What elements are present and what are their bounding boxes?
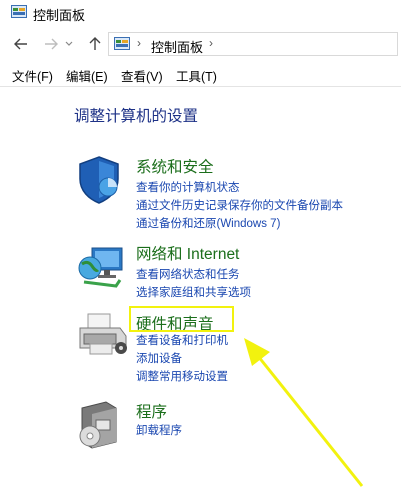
annotation-arrow-icon xyxy=(244,338,364,487)
